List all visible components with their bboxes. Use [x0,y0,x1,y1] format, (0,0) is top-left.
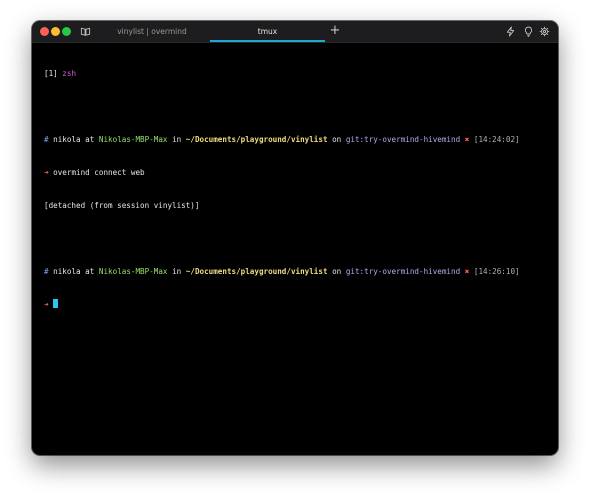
prompt-line: # nikola at Nikolas-MBP-Max in ~/Documen… [44,135,520,144]
title-bar: vinylist | overmind tmux + [32,21,558,43]
prompt-arrow-icon: ➜ [44,168,49,177]
error-status-icon: ✖ [464,135,470,144]
terminal-output[interactable]: [1] zsh # nikola at Nikolas-MBP-Max in ~… [44,46,549,332]
active-tab-indicator [210,40,325,42]
lightning-icon[interactable] [505,26,516,37]
lightbulb-icon[interactable] [523,26,534,37]
text-cursor [53,299,59,308]
new-tab-button[interactable]: + [328,24,342,38]
command-line: ➜ overmind connect web [44,168,145,177]
prompt-arrow-icon: ➜ [44,300,49,309]
tab-label: vinylist | overmind [117,27,187,36]
gear-icon[interactable] [539,26,550,37]
output-line: [detached (from session vinylist)] [44,201,200,210]
error-status-icon: ✖ [464,267,470,276]
command-line[interactable]: ➜ [44,299,549,310]
terminal-window: vinylist | overmind tmux + [1] zsh # nik… [32,21,558,455]
tab-tmux[interactable]: tmux [210,21,325,42]
minimize-window-button[interactable] [51,27,60,36]
tab-label: tmux [257,27,278,36]
tab-vinylist-overmind[interactable]: vinylist | overmind [94,21,210,42]
prompt-line: # nikola at Nikolas-MBP-Max in ~/Documen… [44,267,520,276]
sidebar-toggle-icon[interactable] [80,26,91,37]
close-window-button[interactable] [40,27,49,36]
tmux-window-header: [1] zsh [44,69,77,78]
maximize-window-button[interactable] [62,27,71,36]
